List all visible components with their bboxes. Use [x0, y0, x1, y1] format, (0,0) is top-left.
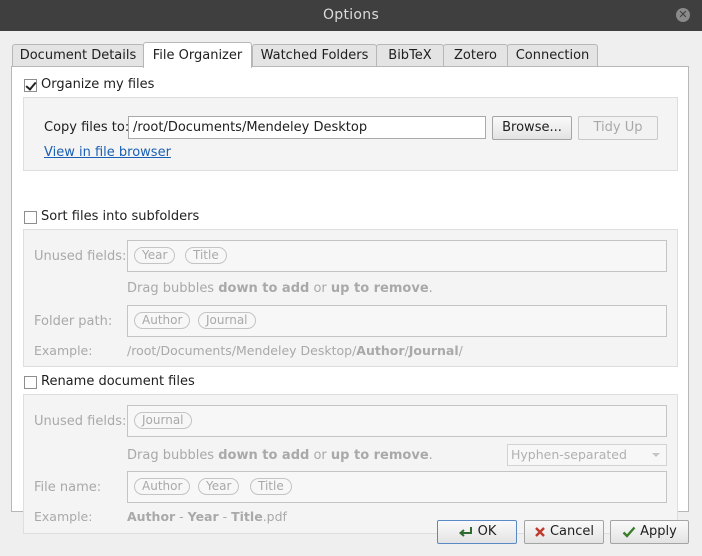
sort-unused-fields-box[interactable]: Year Title	[127, 240, 667, 272]
hint-text: .	[428, 448, 433, 463]
tab-zotero[interactable]: Zotero	[443, 44, 508, 66]
cancel-button[interactable]: Cancel	[524, 520, 604, 544]
folder-path-box[interactable]: Author Journal	[127, 305, 667, 337]
field-bubble-author[interactable]: Author	[134, 478, 191, 495]
separator-select[interactable]: Hyphen-separated	[507, 444, 667, 466]
tab-label: Zotero	[454, 48, 497, 63]
sort-example-value: /root/Documents/Mendeley Desktop/Author /…	[127, 343, 463, 358]
field-bubble-journal[interactable]: Journal	[134, 412, 192, 429]
tab-label: Connection	[515, 48, 590, 63]
sort-subfolders-label: Sort files into subfolders	[41, 209, 200, 224]
tidy-up-button[interactable]: Tidy Up	[578, 116, 658, 140]
rename-example-value: Author - Year - Title.pdf	[127, 509, 287, 524]
sort-drag-hint: Drag bubbles down to add or up to remove…	[127, 281, 433, 296]
example-text: Author	[127, 509, 176, 524]
example-text: /	[458, 343, 463, 358]
example-text: Title	[231, 509, 263, 524]
tab-label: BibTeX	[388, 48, 432, 63]
options-dialog: Document Details File Organizer Watched …	[0, 31, 702, 556]
hint-text: down to add	[218, 448, 310, 463]
rename-group: Unused fields: Journal Drag bubbles down…	[23, 394, 678, 534]
field-bubble-journal[interactable]: Journal	[198, 312, 256, 329]
close-icon[interactable]: ✕	[676, 8, 690, 22]
field-bubble-year[interactable]: Year	[134, 247, 176, 264]
example-text: Year	[187, 509, 219, 524]
file-name-box[interactable]: Author Year Title	[127, 471, 667, 503]
example-text: Journal	[408, 343, 459, 358]
field-bubble-title[interactable]: Title	[185, 247, 227, 264]
file-name-label: File name:	[34, 480, 102, 495]
tab-watched-folders[interactable]: Watched Folders	[252, 44, 377, 66]
rename-drag-hint: Drag bubbles down to add or up to remove…	[127, 448, 433, 463]
title-bar: Options ✕	[0, 0, 702, 31]
hint-text: down to add	[218, 281, 310, 296]
copy-files-label: Copy files to:	[44, 120, 130, 135]
rename-example-label: Example:	[34, 509, 93, 524]
tab-document-details[interactable]: Document Details	[12, 44, 144, 66]
ok-icon	[458, 526, 472, 537]
hint-text: .	[428, 281, 433, 296]
separator-value: Hyphen-separated	[511, 447, 627, 462]
rename-files-label: Rename document files	[41, 374, 195, 389]
example-text: /root/Documents/Mendeley Desktop/	[127, 343, 357, 358]
hint-text: up to remove	[330, 281, 429, 296]
folder-path-label: Folder path:	[34, 314, 113, 329]
cancel-label: Cancel	[549, 524, 595, 539]
window-title: Options	[322, 7, 380, 23]
example-text: Author	[356, 343, 405, 358]
tab-bibtex[interactable]: BibTeX	[376, 44, 444, 66]
rename-unused-fields-box[interactable]: Journal	[127, 405, 667, 437]
file-organizer-pane: Organize my files Copy files to: /root/D…	[11, 66, 689, 534]
view-in-browser-link[interactable]: View in file browser	[44, 145, 171, 160]
hint-text: up to remove	[330, 448, 429, 463]
organize-files-label: Organize my files	[41, 77, 155, 92]
sort-group: Unused fields: Year Title Drag bubbles d…	[23, 229, 678, 367]
cancel-icon	[535, 526, 545, 537]
tab-file-organizer[interactable]: File Organizer	[143, 42, 252, 68]
field-bubble-year[interactable]: Year	[198, 478, 240, 495]
tab-label: Document Details	[19, 48, 137, 63]
apply-label: Apply	[640, 524, 677, 539]
rename-unused-label: Unused fields:	[34, 414, 127, 429]
ok-button[interactable]: OK	[437, 520, 517, 544]
hint-text: or	[309, 448, 331, 463]
example-text: .pdf	[262, 509, 287, 524]
tab-label: Watched Folders	[260, 48, 369, 63]
tab-label: File Organizer	[152, 48, 243, 63]
example-text: -	[218, 509, 232, 524]
sort-unused-label: Unused fields:	[34, 249, 127, 264]
chevron-down-icon	[652, 453, 660, 457]
sort-subfolders-checkbox[interactable]	[24, 211, 37, 224]
organize-files-checkbox[interactable]	[24, 79, 37, 92]
browse-button[interactable]: Browse...	[492, 116, 572, 140]
checkmark-icon	[622, 526, 636, 538]
organize-group: Copy files to: /root/Documents/Mendeley …	[23, 97, 678, 171]
ok-label: OK	[477, 524, 497, 539]
field-bubble-title[interactable]: Title	[250, 478, 292, 495]
rename-files-checkbox[interactable]	[24, 376, 37, 389]
hint-text: Drag bubbles	[127, 448, 219, 463]
hint-text: or	[309, 281, 331, 296]
example-text: -	[175, 509, 188, 524]
tab-connection[interactable]: Connection	[507, 44, 598, 66]
apply-button[interactable]: Apply	[610, 520, 689, 544]
field-bubble-author[interactable]: Author	[134, 312, 191, 329]
sort-example-label: Example:	[34, 343, 93, 358]
hint-text: Drag bubbles	[127, 281, 219, 296]
copy-path-field[interactable]: /root/Documents/Mendeley Desktop	[128, 116, 486, 139]
